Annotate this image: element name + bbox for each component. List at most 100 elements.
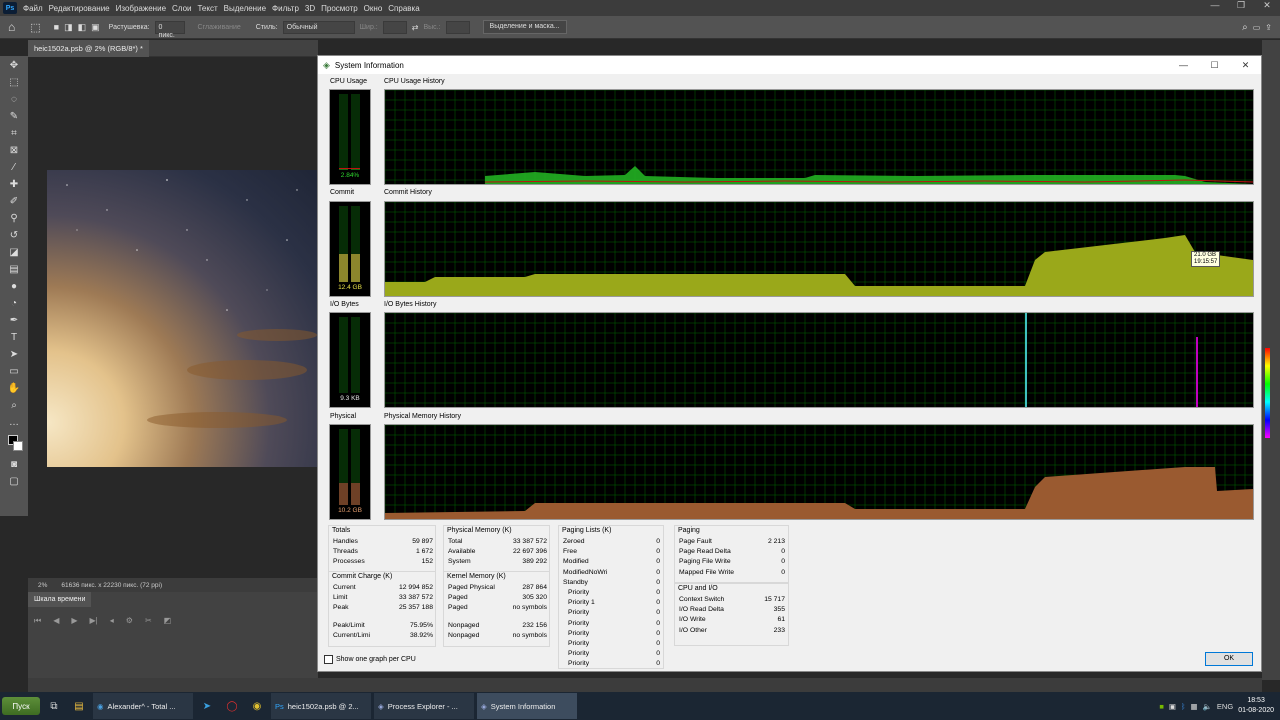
search-icon[interactable]: ⌕ — [1242, 22, 1248, 33]
lasso-icon[interactable]: ◌ — [6, 93, 22, 107]
checkbox-box[interactable] — [324, 655, 333, 664]
taskbar-item-label: System Information — [490, 701, 556, 711]
stamp-icon[interactable]: ⚲ — [6, 212, 22, 226]
type-icon[interactable]: T — [6, 331, 22, 345]
settings-icon[interactable]: ⚙ — [126, 616, 133, 626]
next-frame-icon[interactable]: ▶| — [90, 616, 98, 626]
history-brush-icon[interactable]: ↺ — [6, 229, 22, 243]
home-icon[interactable]: ⌂ — [8, 20, 15, 34]
menu-file[interactable]: Файл — [20, 4, 46, 13]
antialias-checkbox[interactable]: Сглаживание — [198, 24, 241, 31]
meter-segment — [351, 435, 360, 437]
bluetooth-icon[interactable]: ᛒ — [1181, 702, 1186, 711]
network-icon[interactable]: ▦ — [1190, 702, 1197, 711]
close-icon[interactable]: ✕ — [1230, 56, 1261, 74]
menu-edit[interactable]: Редактирование — [46, 4, 113, 13]
ok-button[interactable]: OK — [1205, 652, 1253, 666]
first-frame-icon[interactable]: ⏮ — [34, 616, 41, 626]
scissors-icon[interactable]: ✂ — [145, 616, 152, 626]
gradient-icon[interactable]: ▤ — [6, 263, 22, 277]
menu-image[interactable]: Изображение — [113, 4, 169, 13]
zoom-icon[interactable]: ⌕ — [6, 399, 22, 413]
frame-icon[interactable]: ⊠ — [6, 144, 22, 158]
eraser-icon[interactable]: ◪ — [6, 246, 22, 260]
io-meter-value: 9.3 KB — [340, 395, 360, 402]
intersect-selection-icon[interactable]: ▣ — [91, 22, 100, 33]
timeline-tab[interactable]: Шкала времени — [28, 592, 92, 607]
healing-icon[interactable]: ✚ — [6, 178, 22, 192]
meter-segment — [339, 365, 348, 367]
file-explorer-icon[interactable]: ▤ — [68, 695, 90, 717]
brush-icon[interactable]: ✐ — [6, 195, 22, 209]
move-tool-icon[interactable]: ✥ — [6, 59, 22, 73]
select-mask-button[interactable]: Выделение и маска... — [482, 20, 567, 34]
telegram-icon[interactable]: ➤ — [196, 695, 218, 717]
zoom-level[interactable]: 2% — [38, 582, 47, 589]
audio-icon[interactable]: ◂ — [110, 616, 114, 626]
hand-icon[interactable]: ✋ — [6, 382, 22, 396]
opera-icon[interactable]: ◯ — [221, 695, 243, 717]
minimize-icon[interactable]: — — [1202, 0, 1228, 11]
menu-filter[interactable]: Фильтр — [269, 4, 302, 13]
task-view-icon[interactable]: ⧉ — [43, 695, 65, 717]
taskbar-item-total-commander[interactable]: ◉ Alexander^ - Total ... — [93, 693, 193, 719]
rectangle-icon[interactable]: ▭ — [6, 365, 22, 379]
menu-window[interactable]: Окно — [361, 4, 386, 13]
play-icon[interactable]: ▶ — [71, 616, 77, 626]
clock[interactable]: 18:53 01-08-2020 — [1238, 696, 1274, 716]
language-indicator[interactable]: ENG — [1217, 702, 1233, 711]
quick-mask-icon[interactable]: ◙ — [6, 458, 22, 472]
meter-segment — [339, 317, 348, 319]
taskbar-item-system-information[interactable]: ◈ System Information — [477, 693, 577, 719]
menu-help[interactable]: Справка — [385, 4, 422, 13]
menu-select[interactable]: Выделение — [221, 4, 269, 13]
meter-segment — [339, 385, 348, 387]
style-select[interactable]: Обычный — [282, 20, 355, 34]
more-icon[interactable]: … — [6, 416, 22, 430]
meter-segment — [339, 214, 348, 216]
meter-segment — [339, 276, 348, 278]
swap-icon[interactable]: ⇄ — [412, 23, 419, 32]
feather-input[interactable]: 0 пикс. — [154, 20, 185, 39]
meter-segment — [339, 497, 348, 499]
transition-icon[interactable]: ◩ — [164, 616, 172, 626]
new-selection-icon[interactable]: ■ — [54, 22, 59, 32]
tray-app-icon[interactable]: ▣ — [1169, 702, 1176, 711]
document-tab[interactable]: heic1502a.psb @ 2% (RGB/8*) * — [28, 40, 149, 57]
one-graph-per-cpu-checkbox[interactable]: Show one graph per CPU — [324, 655, 416, 664]
quick-select-icon[interactable]: ✎ — [6, 110, 22, 124]
marquee-tool-icon[interactable]: ⬚ — [30, 21, 40, 34]
taskbar-item-process-explorer[interactable]: ◈ Process Explorer - ... — [374, 693, 474, 719]
pen-icon[interactable]: ✒ — [6, 314, 22, 328]
stat-value: 22 697 396 — [512, 548, 547, 556]
menu-view[interactable]: Просмотр — [318, 4, 361, 13]
taskbar-item-photoshop[interactable]: Ps heic1502a.psb @ 2... — [271, 693, 371, 719]
marquee-icon[interactable]: ⬚ — [6, 76, 22, 90]
color-swatches-icon[interactable] — [6, 433, 23, 455]
add-selection-icon[interactable]: ◨ — [64, 22, 73, 33]
menu-3d[interactable]: 3D — [302, 4, 318, 13]
nvidia-icon[interactable]: ■ — [1159, 702, 1164, 711]
blur-icon[interactable]: ● — [6, 280, 22, 294]
height-input[interactable] — [445, 20, 470, 34]
share-icon[interactable]: ⇪ — [1265, 23, 1272, 32]
prev-frame-icon[interactable]: ◀ — [53, 616, 59, 626]
volume-icon[interactable]: 🔈 — [1203, 702, 1212, 711]
maximize-icon[interactable]: ☐ — [1199, 56, 1230, 74]
menu-text[interactable]: Текст — [194, 4, 220, 13]
start-button[interactable]: Пуск — [2, 697, 40, 715]
width-input[interactable] — [382, 20, 407, 34]
menu-layers[interactable]: Слои — [169, 4, 194, 13]
crop-icon[interactable]: ⌗ — [6, 127, 22, 141]
color-gradient-strip[interactable] — [1265, 348, 1270, 438]
path-select-icon[interactable]: ➤ — [6, 348, 22, 362]
subtract-selection-icon[interactable]: ◧ — [78, 22, 87, 33]
chrome-icon[interactable]: ◉ — [246, 695, 268, 717]
restore-icon[interactable]: ❐ — [1228, 0, 1254, 11]
close-icon[interactable]: ✕ — [1254, 0, 1280, 11]
minimize-icon[interactable]: — — [1168, 56, 1199, 74]
eyedropper-icon[interactable]: ⁄ — [6, 161, 22, 175]
screen-mode-icon[interactable]: ▢ — [6, 475, 22, 489]
workspace-icon[interactable]: ▭ — [1253, 23, 1261, 32]
dodge-icon[interactable]: ◔ — [6, 297, 22, 311]
